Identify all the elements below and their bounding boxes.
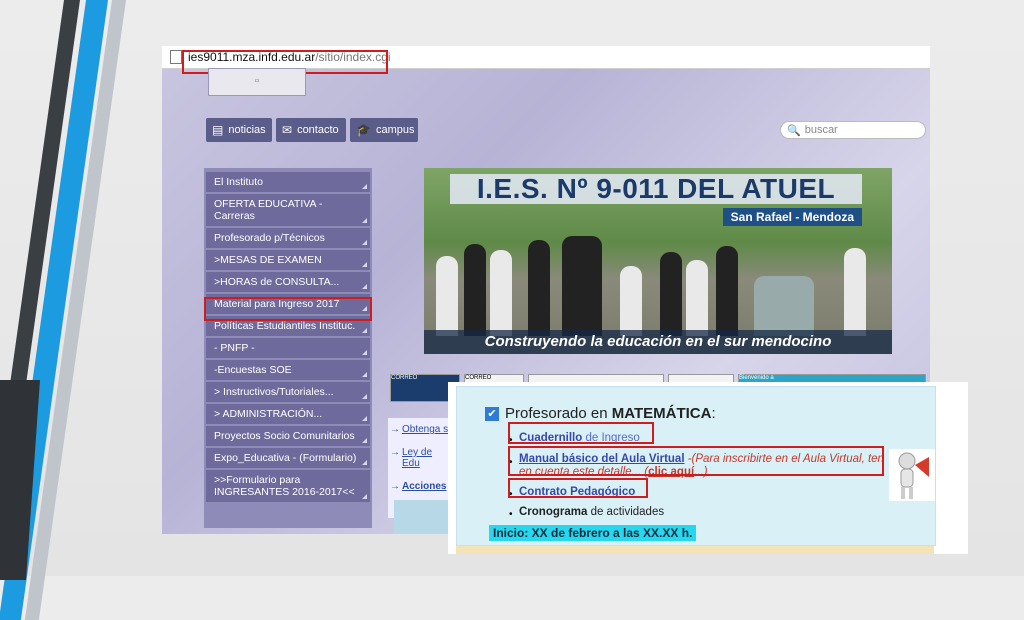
megaphone-mascot-icon bbox=[889, 449, 935, 501]
nav-campus-button[interactable]: 🎓 campus bbox=[350, 118, 418, 142]
start-date-text: Inicio: XX de febrero a las XX.XX h. bbox=[489, 525, 697, 541]
section-title: ✔ Profesorado en MATEMÁTICA: bbox=[485, 405, 716, 422]
inset-screenshot: ✔ Profesorado en MATEMÁTICA: • Cuadernil… bbox=[448, 382, 968, 554]
sidebar-item-pnfp[interactable]: - PNFP - bbox=[206, 338, 370, 358]
mail-icon: ✉ bbox=[282, 123, 293, 137]
news-icon: ▤ bbox=[212, 123, 224, 137]
banner-title: I.E.S. Nº 9-011 DEL ATUEL bbox=[450, 174, 862, 204]
correo-tile-1-label: CORREO bbox=[391, 375, 418, 381]
sidebar-item-profesorado-tecnicos[interactable]: Profesorado p/Técnicos bbox=[206, 228, 370, 248]
bienvenido-tile-label: Bienvenido a bbox=[739, 375, 774, 381]
checkbox-icon: ✔ bbox=[485, 406, 499, 421]
sidebar-item-horas-consulta[interactable]: >HORAS de CONSULTA... bbox=[206, 272, 370, 292]
sidebar-item-instructivos[interactable]: > Instructivos/Tutoriales... bbox=[206, 382, 370, 402]
nav-noticias-label: noticias bbox=[228, 124, 266, 136]
nav-campus-label: campus bbox=[375, 124, 415, 136]
sidebar-item-formulario-ingresantes[interactable]: >>Formulario para INGRESANTES 2016-2017<… bbox=[206, 470, 370, 502]
banner-slogan: Construyendo la educación en el sur mend… bbox=[424, 330, 892, 354]
cronograma-rest: de actividades bbox=[587, 506, 665, 518]
page-icon bbox=[170, 50, 182, 64]
cronograma-bold: Cronograma bbox=[519, 506, 588, 518]
banner-photo-people bbox=[424, 228, 892, 336]
manual-highlight-box bbox=[508, 446, 884, 476]
sidebar-item-administracion[interactable]: > ADMINISTRACIÓN... bbox=[206, 404, 370, 424]
section-suffix: : bbox=[711, 405, 716, 422]
sidebar-menu: El Instituto OFERTA EDUCATIVA - Carreras… bbox=[204, 168, 372, 528]
search-input[interactable]: 🔍 buscar bbox=[780, 121, 926, 139]
section-bold: MATEMÁTICA bbox=[611, 405, 712, 422]
graduation-cap-icon: 🎓 bbox=[356, 123, 371, 137]
sidebar-item-oferta-educativa[interactable]: OFERTA EDUCATIVA - Carreras bbox=[206, 194, 370, 226]
material-ingreso-highlight-box bbox=[204, 297, 372, 321]
bullet-icon: • bbox=[509, 509, 513, 520]
link-acciones[interactable]: Acciones bbox=[388, 475, 454, 498]
bottom-strip bbox=[456, 546, 934, 554]
correo-tile-2-label: CORREO bbox=[465, 375, 492, 381]
institute-logo: ▭ bbox=[208, 68, 306, 96]
nav-contacto-button[interactable]: ✉ contacto bbox=[276, 118, 346, 142]
sidebar-item-expo-educativa[interactable]: Expo_Educativa - (Formulario) bbox=[206, 448, 370, 468]
cuadernillo-highlight-box bbox=[508, 422, 654, 444]
nav-contacto-label: contacto bbox=[297, 124, 339, 136]
sidebar-item-proyectos-socio[interactable]: Proyectos Socio Comunitarios bbox=[206, 426, 370, 446]
link-ley-educacion[interactable]: Ley de Edu bbox=[388, 441, 454, 475]
nav-noticias-button[interactable]: ▤ noticias bbox=[206, 118, 272, 142]
list-item-cronograma: Cronograma de actividades bbox=[519, 506, 664, 518]
banner-image: I.E.S. Nº 9-011 DEL ATUEL San Rafael - M… bbox=[424, 168, 892, 354]
sidebar-item-el-instituto[interactable]: El Instituto bbox=[206, 172, 370, 192]
sidebar-item-encuestas-soe[interactable]: -Encuestas SOE bbox=[206, 360, 370, 380]
sidebar-item-mesas-examen[interactable]: >MESAS DE EXAMEN bbox=[206, 250, 370, 270]
link-obtenga[interactable]: Obtenga s bbox=[388, 418, 454, 441]
search-placeholder: buscar bbox=[804, 124, 838, 136]
contrato-highlight-box bbox=[508, 478, 648, 498]
section-prefix: Profesorado en bbox=[505, 405, 612, 422]
search-icon: 🔍 bbox=[787, 124, 801, 137]
banner-subtitle: San Rafael - Mendoza bbox=[722, 208, 862, 226]
